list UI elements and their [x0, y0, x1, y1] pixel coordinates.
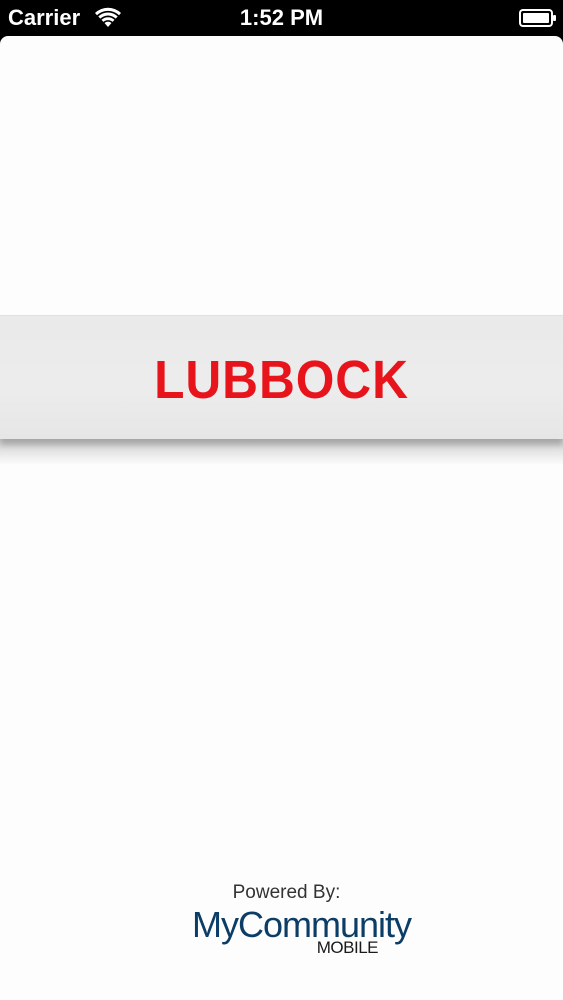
brand-logo: MyCommunity MOBILE [192, 904, 412, 964]
clock: 1:52 PM [239, 5, 324, 30]
splash-screen: LUBBOCK Powered By: MyCommunity MOBILE [0, 36, 563, 1000]
brand-sub: MOBILE [316, 938, 379, 957]
battery-icon [519, 9, 556, 27]
brand-name: MyCommunity [192, 904, 412, 945]
powered-by-label: Powered By: [232, 882, 341, 903]
status-bar: Carrier 1:52 PM [0, 0, 563, 36]
city-title: LUBBOCK [154, 350, 409, 410]
title-banner: LUBBOCK [0, 315, 563, 465]
app-screen: Carrier 1:52 PM LUBBOCK Powered By: MyCo… [0, 0, 563, 1000]
